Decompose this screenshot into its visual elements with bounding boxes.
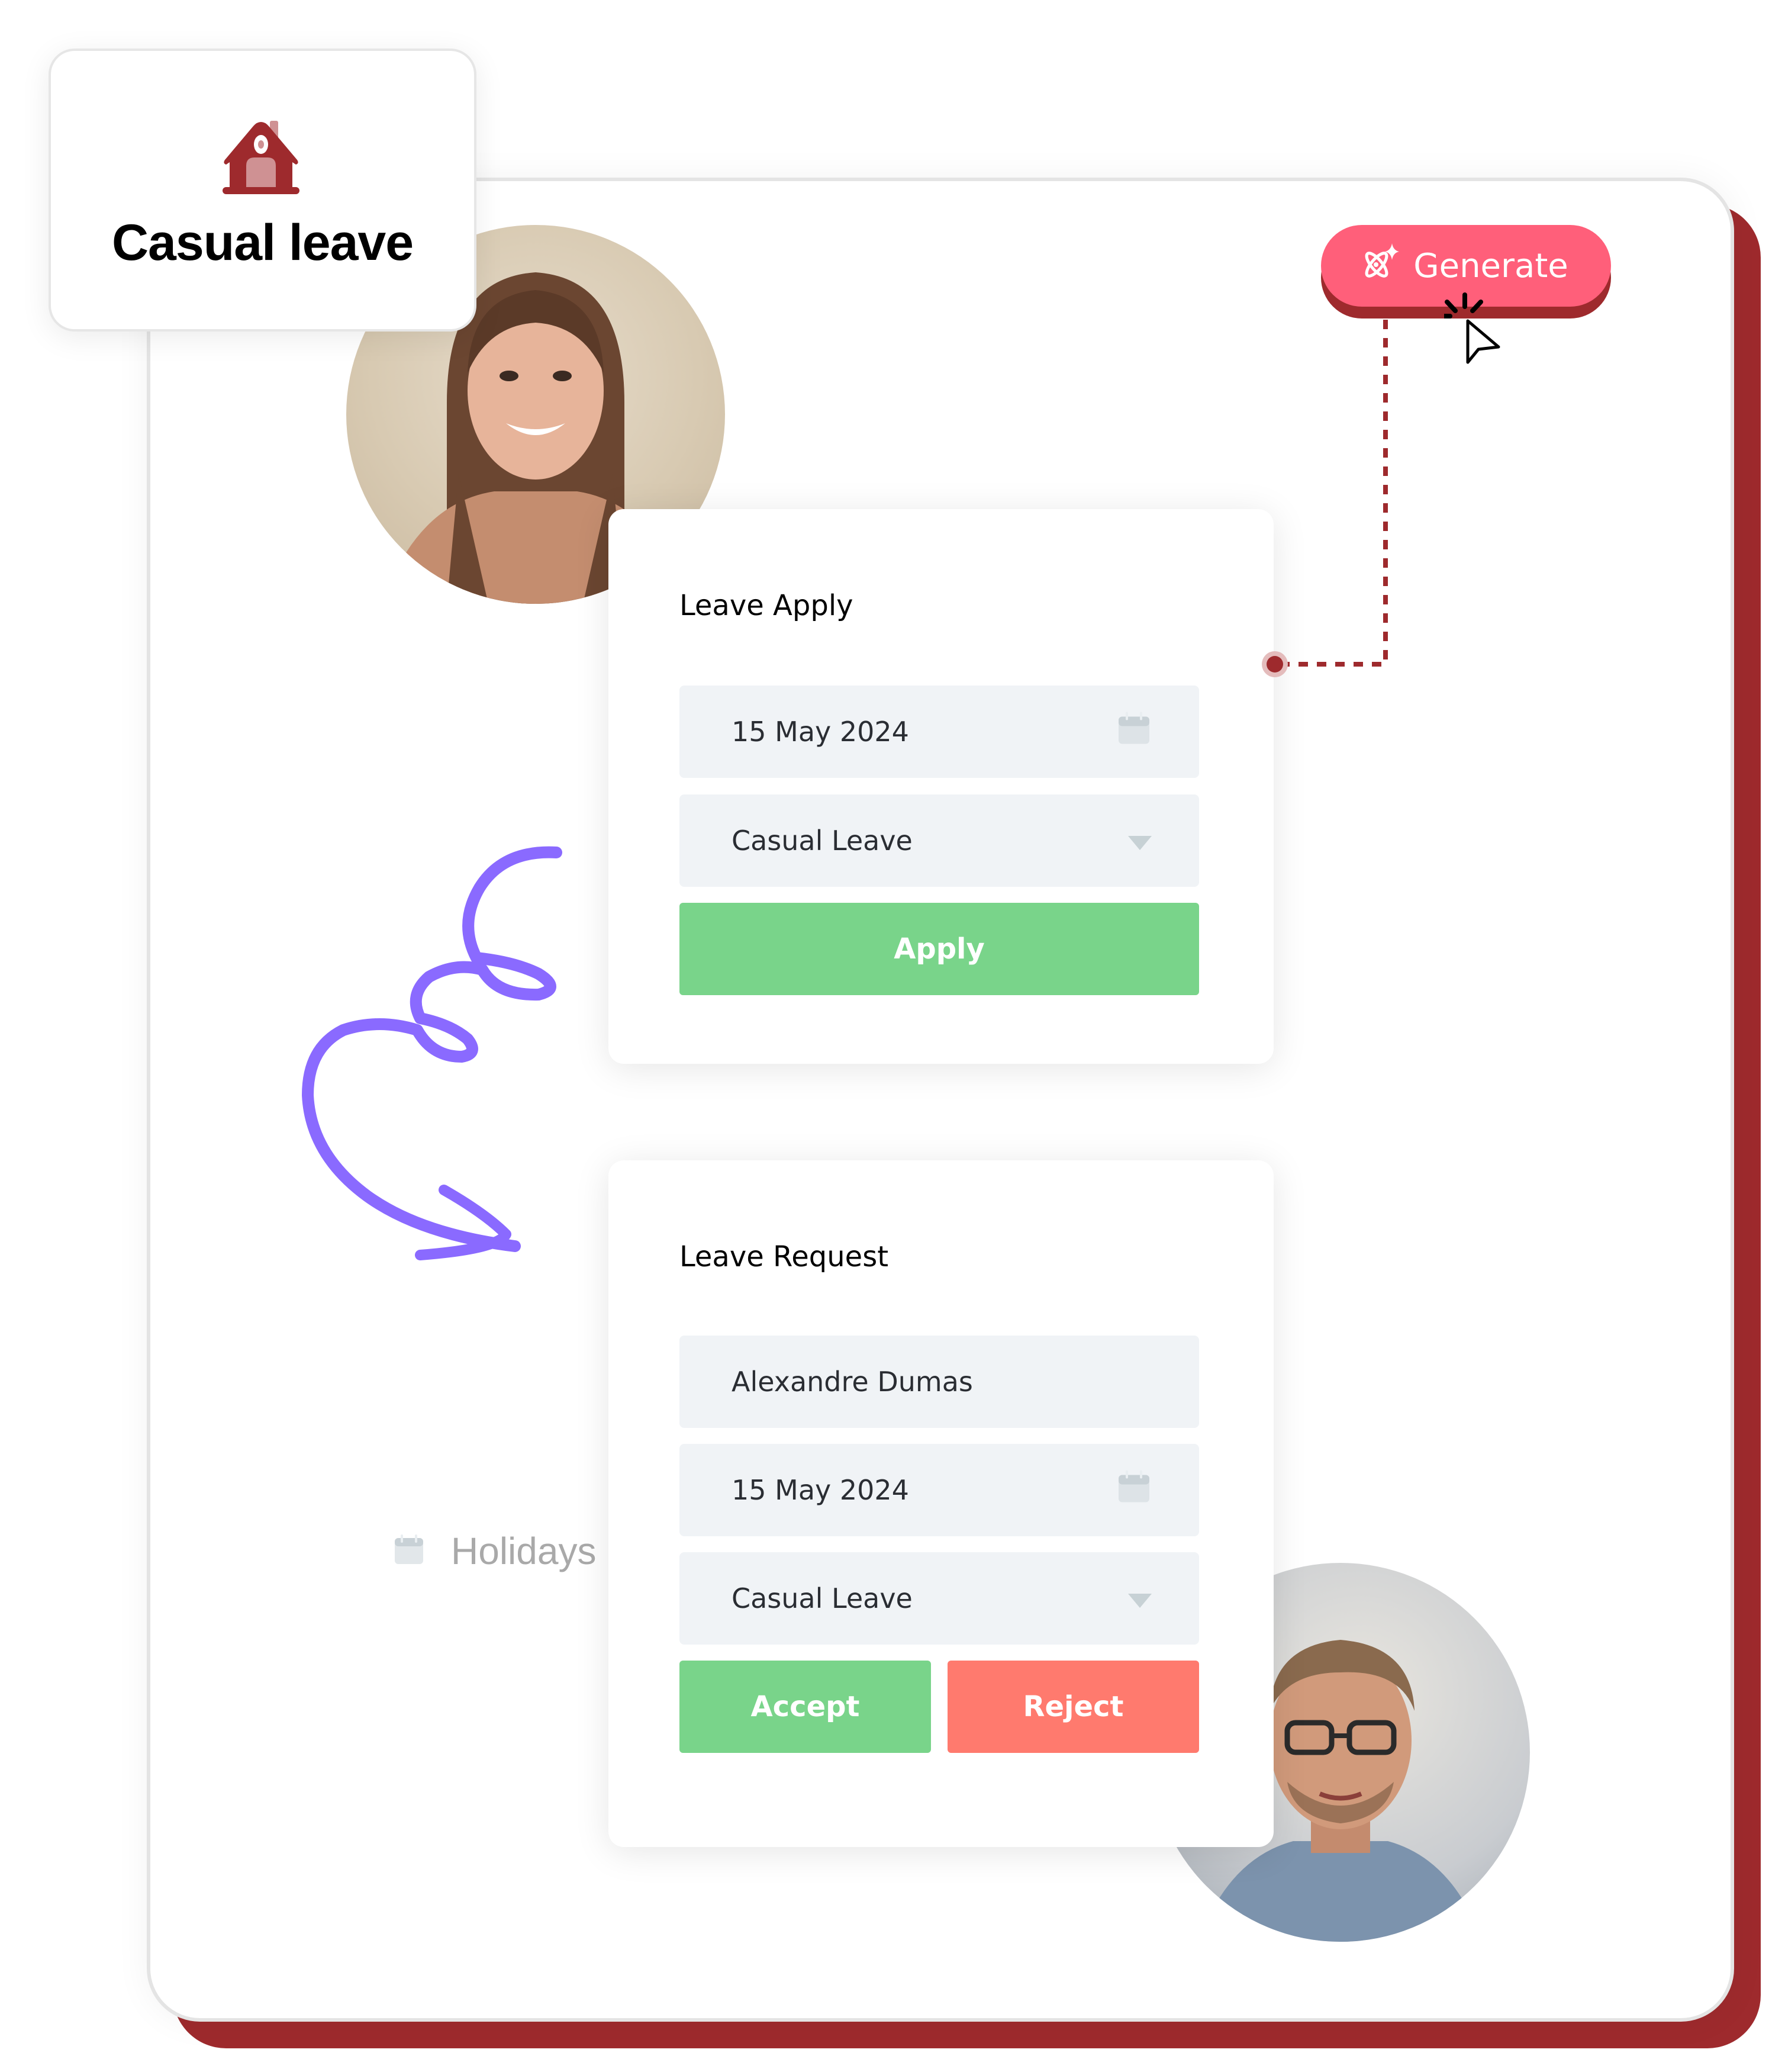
leave-type-value: Casual Leave bbox=[732, 825, 913, 857]
badge-title: Casual leave bbox=[111, 214, 414, 271]
house-icon bbox=[223, 121, 299, 195]
date-value: 15 May 2024 bbox=[732, 716, 909, 748]
leave-request-card: Leave Request Alexandre Dumas 15 May 202… bbox=[608, 1160, 1274, 1847]
date-value: 15 May 2024 bbox=[732, 1474, 909, 1506]
accept-button[interactable]: Accept bbox=[679, 1661, 931, 1753]
leave-type-value: Casual Leave bbox=[732, 1582, 913, 1614]
ai-sparkle-icon bbox=[1364, 242, 1403, 289]
apply-button[interactable]: Apply bbox=[679, 903, 1199, 995]
chevron-down-icon[interactable] bbox=[1128, 825, 1152, 857]
calendar-icon[interactable] bbox=[1116, 1469, 1152, 1511]
calendar-icon bbox=[394, 1534, 424, 1568]
reject-button[interactable]: Reject bbox=[948, 1661, 1199, 1753]
leave-request-title: Leave Request bbox=[679, 1240, 889, 1273]
calendar-icon[interactable] bbox=[1116, 711, 1152, 753]
holidays-label: Holidays bbox=[451, 1530, 597, 1572]
generate-label: Generate bbox=[1413, 246, 1568, 285]
leave-apply-title: Leave Apply bbox=[679, 589, 853, 622]
mouse-cursor-icon bbox=[1444, 292, 1500, 364]
leave-apply-date-field[interactable]: 15 May 2024 bbox=[679, 686, 1199, 778]
flow-arrow-icon bbox=[302, 846, 562, 1260]
chevron-down-icon[interactable] bbox=[1128, 1582, 1152, 1614]
leave-request-type-select[interactable]: Casual Leave bbox=[679, 1552, 1199, 1645]
casual-leave-badge-card: Casual leave bbox=[49, 49, 476, 332]
leave-apply-card: Leave Apply 15 May 2024 Casual Leave App… bbox=[608, 509, 1274, 1064]
employee-name-field[interactable]: Alexandre Dumas bbox=[679, 1336, 1199, 1428]
holidays-link[interactable]: Holidays bbox=[394, 1521, 596, 1581]
leave-apply-type-select[interactable]: Casual Leave bbox=[679, 794, 1199, 887]
employee-name-value: Alexandre Dumas bbox=[732, 1366, 973, 1398]
flow-connector bbox=[1262, 320, 1388, 677]
leave-request-date-field[interactable]: 15 May 2024 bbox=[679, 1444, 1199, 1536]
